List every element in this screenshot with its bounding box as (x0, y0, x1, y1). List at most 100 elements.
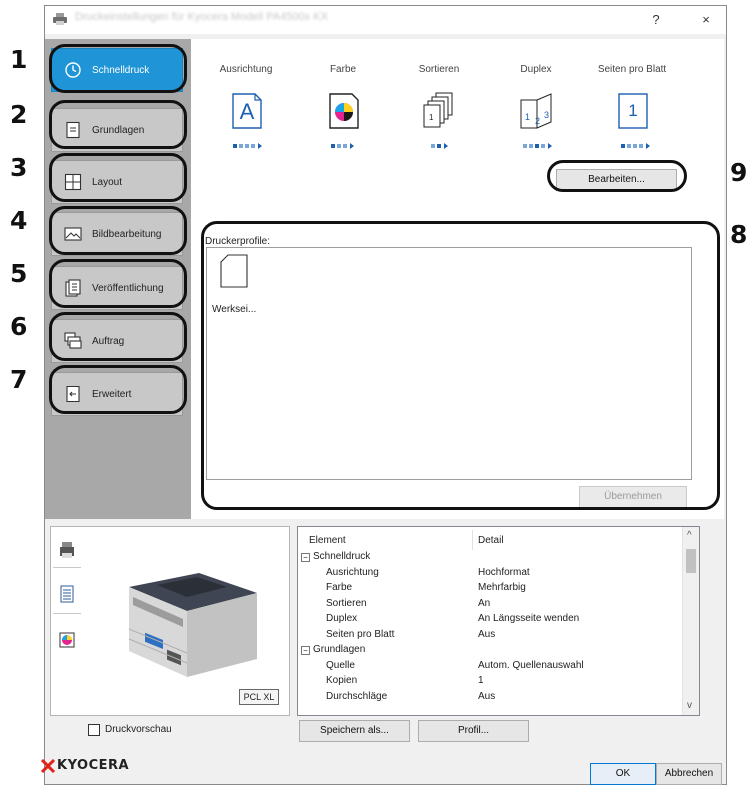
tab-bildbearbeitung[interactable]: Bildbearbeitung (51, 212, 183, 256)
kyocera-logo-icon (41, 758, 55, 773)
detail-row-value: Aus (478, 690, 496, 702)
duplex-icon[interactable]: 1 2 3 (515, 92, 559, 130)
close-button[interactable]: × (695, 10, 717, 30)
preview-checkbox[interactable] (88, 724, 100, 736)
save-as-button[interactable]: Speichern als... (299, 720, 410, 742)
detail-row-value: An (478, 597, 491, 609)
detail-row-value: Mehrfarbig (478, 582, 526, 593)
detail-row-label: Duplex (326, 613, 358, 624)
tab-grundlagen[interactable]: Grundlagen (51, 108, 183, 152)
column-header-element: Element (309, 535, 346, 546)
printer-illustration (128, 573, 257, 677)
tab-label: Grundlagen (92, 124, 145, 136)
color-steps (331, 140, 354, 150)
detail-row-label: Sortieren (326, 597, 367, 609)
document-icon (66, 121, 80, 139)
detail-row[interactable]: Farbe Mehrfarbig (298, 582, 683, 596)
preview-checkbox-label: Druckvorschau (105, 724, 172, 735)
pcl-badge: PCL XL (239, 689, 279, 705)
detail-row[interactable]: Duplex An Längsseite wenden (298, 613, 683, 627)
column-header-seiten-pro-blatt: Seiten pro Blatt (597, 64, 667, 75)
column-header-detail: Detail (478, 535, 504, 546)
column-header-duplex: Duplex (520, 64, 552, 75)
callout-7: 7 (10, 365, 28, 394)
advanced-icon (66, 385, 80, 403)
page-icon[interactable] (58, 585, 76, 603)
profile-button[interactable]: Profil... (418, 720, 529, 742)
detail-row[interactable]: Sortieren An (298, 598, 683, 612)
pps-steps (621, 140, 650, 150)
detail-row[interactable]: Kopien 1 (298, 675, 683, 689)
detail-row-label: Kopien (326, 675, 358, 686)
booklet-icon (65, 279, 81, 297)
tab-schnelldruck[interactable]: Schnelldruck (51, 48, 183, 92)
profiles-list[interactable]: Werksei... (206, 247, 692, 480)
profile-item-label[interactable]: Werksei... (212, 304, 256, 315)
printer-icon (53, 13, 67, 25)
detail-row-label: Grundlagen (313, 644, 366, 655)
tab-veroeffentlichung[interactable]: Veröffentlichung (51, 266, 183, 310)
collapse-icon[interactable]: − (301, 553, 310, 562)
color-icon[interactable] (58, 631, 76, 649)
svg-text:1: 1 (429, 113, 434, 122)
ok-button[interactable]: OK (590, 763, 656, 785)
tab-label: Schnelldruck (92, 64, 150, 76)
brand-name: KYOCERA (57, 758, 130, 773)
print-settings-dialog: Druckeinstellungen für Kyocera Modell PA… (41, 5, 727, 785)
callout-6: 6 (10, 312, 28, 341)
scroll-up-arrow[interactable]: ^ (687, 530, 692, 541)
divider (53, 613, 81, 614)
settings-detail-list[interactable]: Element Detail − Schnelldruck Ausrichtung H… (297, 526, 700, 716)
printer-icon[interactable] (58, 541, 76, 559)
detail-row[interactable]: − Grundlagen (298, 644, 683, 658)
column-header-farbe: Farbe (329, 64, 357, 75)
orientation-letter: A (239, 99, 255, 124)
orientation-steps (233, 140, 262, 150)
profiles-heading: Druckerprofile: (205, 236, 271, 247)
detail-row-value: An Längsseite wenden (478, 613, 580, 624)
detail-row[interactable]: Quelle Autom. Quellenauswahl (298, 660, 683, 674)
detail-row[interactable]: Seiten pro Blatt Aus (298, 629, 683, 643)
detail-row-label: Farbe (326, 582, 353, 593)
duplex-steps (523, 140, 552, 150)
brand-logo: KYOCERA (41, 758, 129, 773)
detail-row[interactable]: − Schnelldruck (298, 551, 683, 565)
printer-preview: PCL XL (50, 526, 290, 716)
collapse-icon[interactable]: − (301, 646, 310, 655)
detail-row-label: Ausrichtung (326, 566, 379, 578)
tab-layout[interactable]: Layout (51, 160, 183, 204)
detail-scrollbar[interactable]: ^ v (682, 527, 699, 715)
title-bar: Druckeinstellungen für Kyocera Modell PA… (45, 6, 726, 34)
detail-row-value: Hochformat (478, 566, 530, 578)
job-stack-icon (64, 332, 82, 349)
tab-erweitert[interactable]: Erweitert (51, 372, 183, 416)
collate-steps (431, 140, 448, 150)
help-button[interactable]: ? (645, 10, 667, 30)
column-divider (472, 530, 473, 550)
color-icon[interactable] (322, 92, 366, 130)
grid-icon (64, 173, 82, 191)
window-title: Druckeinstellungen für Kyocera Modell PA… (75, 11, 328, 23)
detail-row-value: Aus (478, 628, 496, 640)
tab-strip: Schnelldruck Grundlagen Layout Bildbearb… (45, 39, 191, 519)
detail-row[interactable]: Ausrichtung Hochformat (298, 567, 683, 581)
tab-auftrag[interactable]: Auftrag (51, 319, 183, 363)
detail-row-value: Autom. Quellenauswahl (478, 659, 584, 671)
pages-per-sheet-icon[interactable]: 1 (611, 92, 655, 130)
column-header-sortieren: Sortieren (418, 64, 460, 75)
quick-print-panel: Ausrichtung Farbe Sortieren Duplex Seite… (191, 39, 724, 519)
detail-row[interactable]: Durchschläge Aus (298, 691, 683, 705)
page-icon (220, 254, 248, 288)
collate-icon[interactable]: 1 (418, 92, 462, 130)
apply-button[interactable]: Übernehmen (579, 486, 687, 508)
orientation-icon[interactable]: A (225, 92, 269, 130)
detail-row-label: Seiten pro Blatt (326, 628, 395, 640)
clock-icon (65, 62, 81, 78)
scroll-down-arrow[interactable]: v (687, 700, 692, 711)
tab-label: Layout (92, 176, 123, 188)
edit-button[interactable]: Bearbeiten... (556, 169, 677, 191)
svg-text:1: 1 (525, 112, 530, 122)
cancel-button[interactable]: Abbrechen (656, 763, 722, 785)
detail-row-label: Durchschläge (326, 690, 388, 702)
scroll-thumb[interactable] (686, 549, 696, 573)
